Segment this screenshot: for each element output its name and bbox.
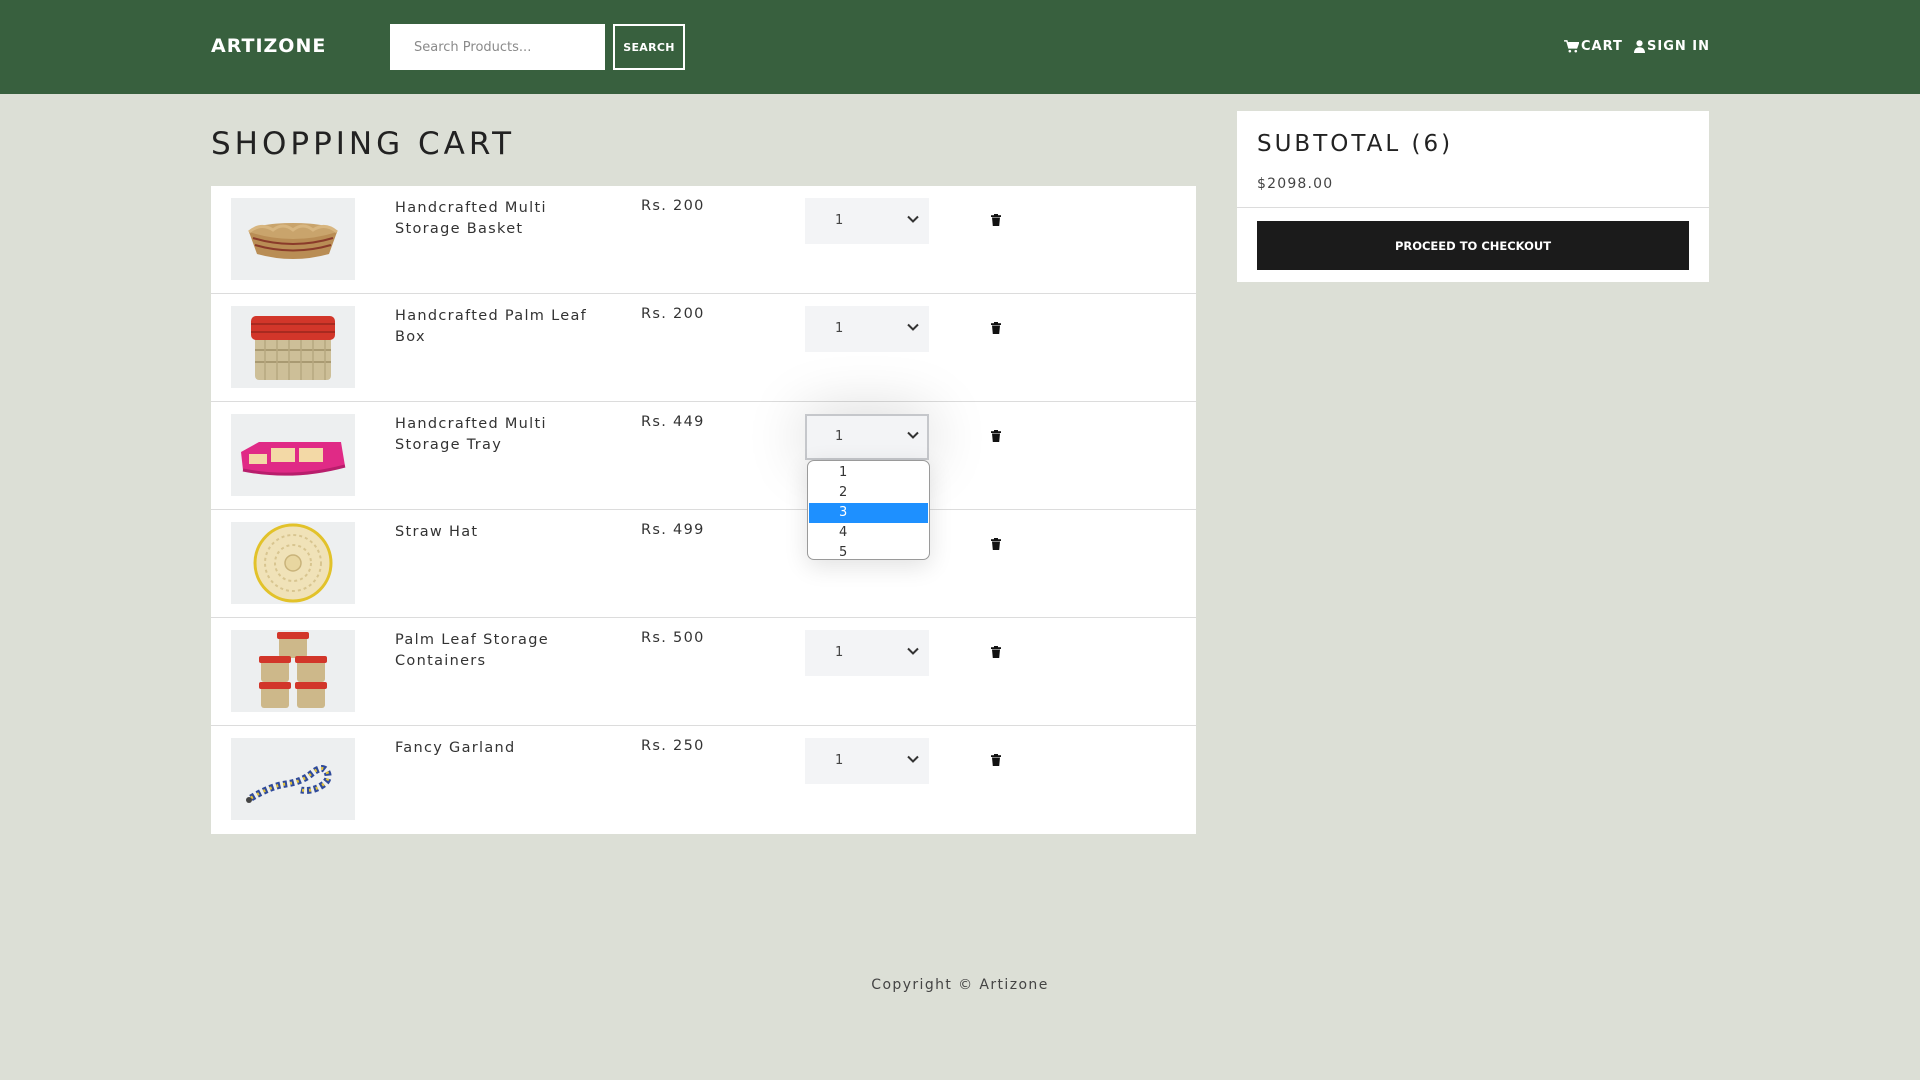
cart-row: Palm Leaf Storage Containers Rs. 500 1 — [211, 618, 1196, 726]
dropdown-option-highlighted[interactable]: 3 — [809, 503, 928, 523]
quantity-dropdown-list: 1 2 3 4 5 — [807, 460, 930, 560]
quantity-value: 1 — [835, 429, 844, 444]
sign-in-link[interactable]: SIGN IN — [1634, 39, 1710, 54]
product-image-storage-tray[interactable] — [231, 414, 355, 496]
item-name[interactable]: Handcrafted Multi Storage Tray — [395, 414, 615, 456]
cart-row: Straw Hat Rs. 499 — [211, 510, 1196, 618]
item-price: Rs. 200 — [641, 198, 705, 214]
item-name[interactable]: Handcrafted Palm Leaf Box — [395, 306, 615, 348]
quantity-value: 1 — [835, 753, 844, 768]
cart-link[interactable]: CART — [1564, 39, 1623, 54]
quantity-select[interactable]: 1 — [805, 198, 929, 244]
trash-icon[interactable] — [991, 322, 1001, 334]
cart-row: Handcrafted Multi Storage Basket Rs. 200… — [211, 186, 1196, 294]
quantity-value: 1 — [835, 321, 844, 336]
user-icon — [1634, 40, 1645, 53]
dropdown-option[interactable]: 2 — [809, 483, 928, 503]
brand-logo[interactable]: ARTIZONE — [211, 35, 326, 57]
subtotal-title: SUBTOTAL (6) — [1257, 131, 1454, 157]
dropdown-option[interactable]: 5 — [809, 543, 928, 559]
search-button[interactable]: SEARCH — [613, 24, 685, 70]
chevron-down-icon — [907, 215, 919, 223]
quantity-select[interactable]: 1 — [805, 630, 929, 676]
chevron-down-icon — [907, 647, 919, 655]
trash-icon[interactable] — [991, 430, 1001, 442]
quantity-select[interactable]: 1 — [805, 414, 929, 460]
quantity-select[interactable]: 1 — [805, 738, 929, 784]
product-image-straw-hat[interactable] — [231, 522, 355, 604]
item-price: Rs. 200 — [641, 306, 705, 322]
cart-label: CART — [1581, 39, 1623, 54]
item-name[interactable]: Straw Hat — [395, 522, 615, 543]
proceed-to-checkout-button[interactable]: PROCEED TO CHECKOUT — [1257, 221, 1689, 270]
subtotal-card: SUBTOTAL (6) $2098.00 PROCEED TO CHECKOU… — [1237, 111, 1709, 282]
item-name[interactable]: Fancy Garland — [395, 738, 615, 759]
dropdown-option[interactable]: 1 — [809, 463, 928, 483]
dropdown-option[interactable]: 4 — [809, 523, 928, 543]
product-image-garland[interactable] — [231, 738, 355, 820]
item-price: Rs. 250 — [641, 738, 705, 754]
page-title: SHOPPING CART — [211, 126, 516, 162]
divider — [1237, 207, 1709, 208]
item-name[interactable]: Handcrafted Multi Storage Basket — [395, 198, 615, 240]
product-image-woven-basket[interactable] — [231, 198, 355, 280]
item-price: Rs. 449 — [641, 414, 705, 430]
item-price: Rs. 500 — [641, 630, 705, 646]
navbar: ARTIZONE SEARCH CART SIGN IN — [0, 0, 1920, 94]
product-image-palm-leaf-box[interactable] — [231, 306, 355, 388]
cart-table: Handcrafted Multi Storage Basket Rs. 200… — [211, 186, 1196, 834]
item-price: Rs. 499 — [641, 522, 705, 538]
quantity-value: 1 — [835, 213, 844, 228]
item-name[interactable]: Palm Leaf Storage Containers — [395, 630, 615, 672]
search-input[interactable] — [390, 24, 605, 70]
trash-icon[interactable] — [991, 646, 1001, 658]
trash-icon[interactable] — [991, 754, 1001, 766]
cart-icon — [1564, 40, 1579, 53]
sign-in-label: SIGN IN — [1647, 39, 1710, 54]
chevron-down-icon — [907, 431, 919, 439]
product-image-storage-containers[interactable] — [231, 630, 355, 712]
cart-row: Handcrafted Palm Leaf Box Rs. 200 1 — [211, 294, 1196, 402]
chevron-down-icon — [907, 323, 919, 331]
footer-copyright: Copyright © Artizone — [871, 977, 1049, 993]
trash-icon[interactable] — [991, 214, 1001, 226]
quantity-select[interactable]: 1 — [805, 306, 929, 352]
chevron-down-icon — [907, 755, 919, 763]
trash-icon[interactable] — [991, 538, 1001, 550]
subtotal-amount: $2098.00 — [1257, 176, 1334, 192]
cart-row: Fancy Garland Rs. 250 1 — [211, 726, 1196, 834]
cart-row: Handcrafted Multi Storage Tray Rs. 449 1 — [211, 402, 1196, 510]
quantity-value: 1 — [835, 645, 844, 660]
